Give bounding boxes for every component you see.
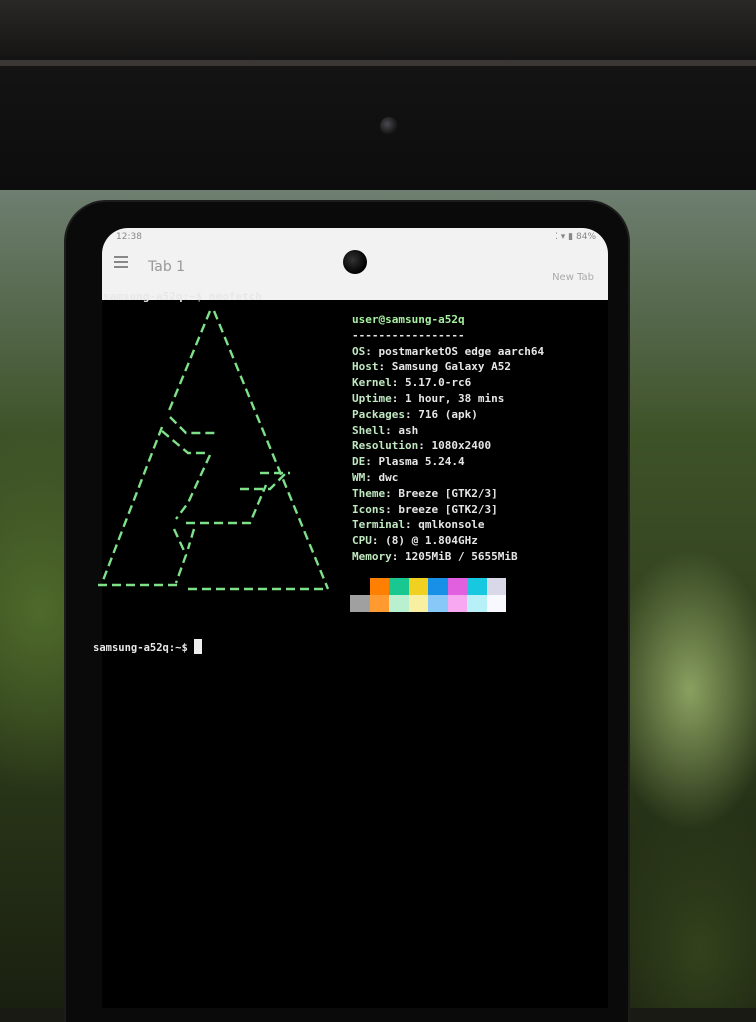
- new-tab-button[interactable]: New Tab: [552, 272, 594, 283]
- info-value: Plasma 5.24.4: [378, 455, 465, 469]
- info-colon: :: [391, 391, 405, 405]
- front-camera: [343, 250, 367, 274]
- info-row: Packages: 716 (apk): [352, 407, 544, 423]
- info-colon: :: [385, 423, 399, 437]
- info-value: ash: [398, 423, 419, 437]
- color-swatch: [369, 595, 389, 612]
- info-row: CPU: (8) @ 1.804GHz: [352, 533, 544, 549]
- terminal-command-line: samsung-a52q:~$ neofetch: [103, 290, 262, 303]
- info-value: qmlkonsole: [418, 518, 485, 532]
- info-key: Shell: [352, 423, 386, 437]
- color-swatch: [428, 578, 448, 595]
- postmarketos-ascii-logo: [98, 310, 330, 591]
- hamburger-menu-icon[interactable]: [114, 256, 128, 268]
- laptop-bezel: [0, 0, 756, 200]
- color-swatch: [408, 595, 428, 612]
- info-row: Icons: breeze [GTK2/3]: [352, 502, 544, 518]
- color-palette: [350, 578, 506, 612]
- info-colon: :: [404, 518, 419, 532]
- laptop-bezel-edge: [0, 60, 756, 66]
- info-value: Samsung Galaxy A52: [391, 360, 511, 374]
- color-swatch: [408, 578, 428, 595]
- info-key: Uptime: [352, 391, 392, 405]
- info-value: postmarketOS edge aarch64: [378, 344, 545, 358]
- info-key: DE: [352, 455, 366, 469]
- info-colon: :: [371, 534, 386, 548]
- terminal-prompt[interactable]: samsung-a52q:~$: [93, 639, 202, 654]
- neofetch-info: user@samsung-a52q ----------------- OS: …: [352, 312, 544, 565]
- info-row: Memory: 1205MiB / 5655MiB: [352, 549, 544, 565]
- webcam: [380, 117, 398, 135]
- info-value: dwc: [378, 470, 399, 484]
- info-colon: :: [365, 344, 379, 358]
- tab-1[interactable]: Tab 1: [148, 259, 185, 275]
- info-row: Uptime: 1 hour, 38 mins: [352, 391, 544, 407]
- color-swatch: [447, 578, 467, 595]
- info-value: (8) @ 1.804GHz: [385, 534, 478, 548]
- info-colon: :: [365, 455, 379, 469]
- color-swatch: [350, 578, 370, 595]
- separator: -----------------: [352, 328, 465, 342]
- info-key: Packages: [352, 407, 405, 421]
- color-swatch: [486, 578, 506, 595]
- user-host: user@samsung-a52q: [352, 313, 465, 326]
- info-key: Kernel: [352, 376, 392, 390]
- info-key: CPU: [352, 534, 372, 548]
- info-row: Terminal: qmlkonsole: [352, 517, 544, 533]
- info-key: Icons: [352, 502, 386, 516]
- info-value: 1205MiB / 5655MiB: [405, 549, 518, 563]
- color-swatch: [350, 595, 370, 612]
- info-row: WM: dwc: [352, 470, 544, 486]
- info-key: WM: [352, 470, 366, 484]
- prompt-text: samsung-a52q:~$: [93, 642, 188, 654]
- info-value: Breeze [GTK2/3]: [398, 486, 498, 500]
- info-colon: :: [385, 502, 399, 516]
- color-swatch: [369, 578, 389, 595]
- color-swatch: [447, 595, 467, 612]
- info-colon: :: [365, 470, 379, 484]
- info-key: Theme: [352, 486, 386, 500]
- info-colon: :: [385, 486, 399, 500]
- info-value: 1080x2400: [431, 439, 492, 453]
- color-swatch: [467, 578, 487, 595]
- info-row: Theme: Breeze [GTK2/3]: [352, 486, 544, 502]
- info-row: Kernel: 5.17.0-rc6: [352, 375, 544, 391]
- text-cursor: [193, 639, 202, 654]
- info-value: breeze [GTK2/3]: [398, 502, 498, 516]
- info-key: Resolution: [352, 439, 419, 453]
- info-colon: :: [391, 376, 405, 390]
- info-colon: :: [378, 360, 392, 374]
- info-key: OS: [352, 344, 366, 358]
- status-icons: ⁚ ▾ ▮ 84%: [555, 232, 596, 242]
- color-swatch: [486, 595, 506, 612]
- color-swatch: [428, 595, 448, 612]
- info-colon: :: [391, 549, 405, 563]
- palette-row-normal: [350, 578, 506, 595]
- info-value: 716 (apk): [418, 407, 478, 421]
- info-row: DE: Plasma 5.24.4: [352, 454, 544, 470]
- color-swatch: [467, 595, 487, 612]
- info-value: 1 hour, 38 mins: [405, 391, 505, 405]
- info-colon: :: [404, 407, 419, 421]
- system-info-list: OS: postmarketOS edge aarch64 Host: Samsu…: [352, 344, 544, 565]
- info-row: OS: postmarketOS edge aarch64: [352, 344, 544, 360]
- color-swatch: [389, 578, 409, 595]
- info-row: Host: Samsung Galaxy A52: [352, 359, 544, 375]
- color-swatch: [389, 595, 409, 612]
- info-key: Memory: [352, 549, 392, 563]
- info-key: Host: [352, 360, 379, 374]
- info-row: Resolution: 1080x2400: [352, 438, 544, 454]
- palette-row-bright: [350, 595, 506, 612]
- info-row: Shell: ash: [352, 423, 544, 439]
- info-colon: :: [418, 439, 432, 453]
- status-clock: 12:38: [116, 232, 142, 242]
- info-value: 5.17.0-rc6: [405, 376, 472, 390]
- info-key: Terminal: [352, 518, 405, 532]
